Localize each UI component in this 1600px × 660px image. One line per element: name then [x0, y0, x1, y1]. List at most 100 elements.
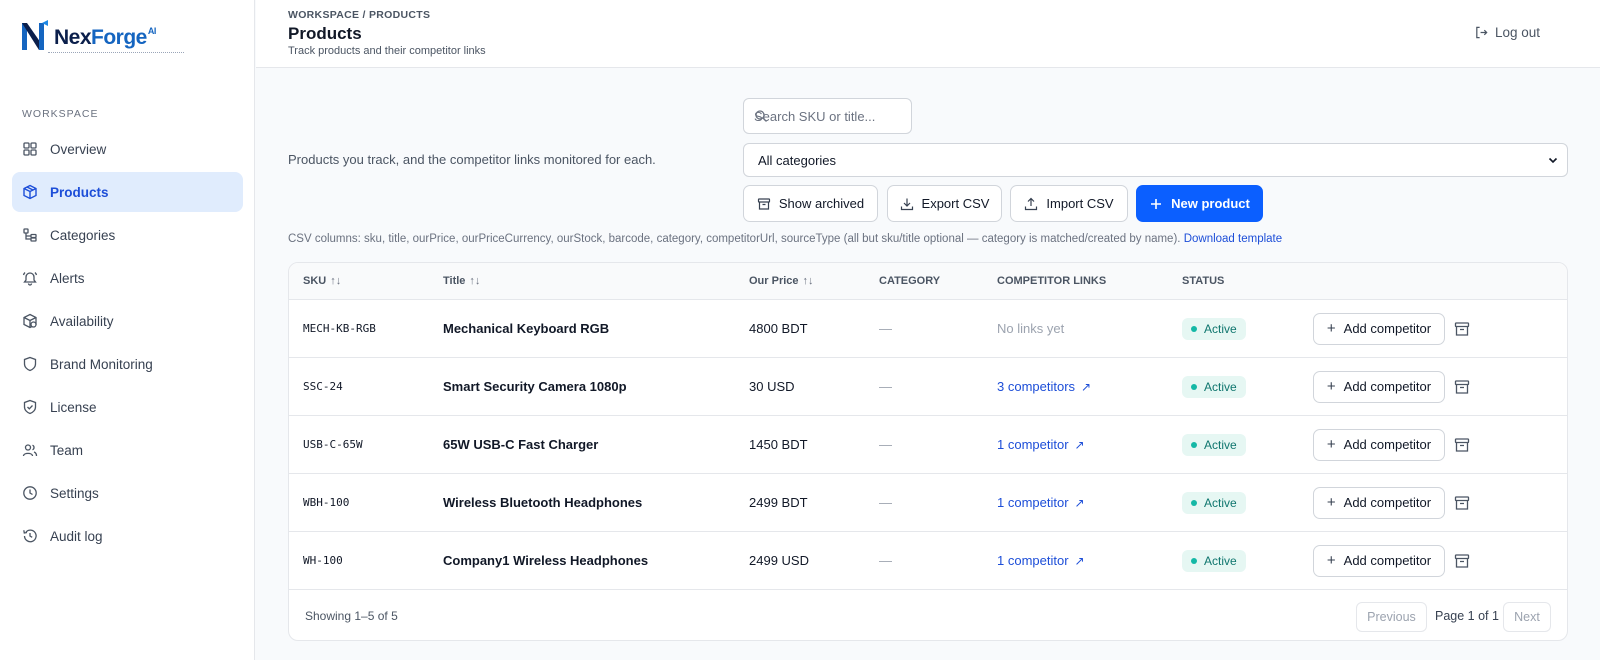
users-icon — [22, 442, 38, 458]
table-row: WBH-100 Wireless Bluetooth Headphones 24… — [289, 474, 1567, 532]
cell-title: Wireless Bluetooth Headphones — [443, 495, 643, 510]
sidebar-item-overview[interactable]: Overview — [12, 129, 243, 169]
cell-actions: + Add competitor — [1313, 474, 1445, 531]
sidebar-item-alerts[interactable]: Alerts — [12, 258, 243, 298]
app-logo[interactable]: NexForgeAI — [20, 20, 184, 60]
col-header-price[interactable]: Our Price ↑↓ — [749, 275, 814, 287]
status-dot — [1191, 557, 1197, 564]
cell-category: — — [879, 553, 892, 568]
add-competitor-button[interactable]: + Add competitor — [1313, 312, 1445, 345]
cell-status: Active — [1182, 416, 1246, 473]
new-product-button[interactable]: New product — [1136, 185, 1263, 222]
col-header-sku[interactable]: SKU ↑↓ — [303, 275, 341, 287]
sidebar-item-categories[interactable]: Categories — [12, 215, 243, 255]
sidebar-item-label: Products — [50, 184, 109, 200]
archive-icon[interactable] — [1454, 495, 1470, 511]
box-icon — [22, 313, 38, 329]
cell-actions: + Add competitor — [1313, 300, 1445, 357]
show-archived-label: Show archived — [778, 196, 865, 211]
add-competitor-button[interactable]: + Add competitor — [1313, 370, 1445, 403]
cell-archive — [1454, 358, 1470, 415]
sidebar-item-label: Alerts — [50, 270, 85, 286]
page-indicator: Page 1 of 1 — [1435, 609, 1499, 623]
external-link-icon: ↗ — [1074, 553, 1085, 568]
status-dot — [1191, 499, 1197, 506]
shield-icon — [22, 356, 38, 372]
competitor-links-link[interactable]: 3 competitors ↗ — [997, 358, 1091, 415]
sidebar-item-products[interactable]: Products — [12, 172, 243, 212]
archive-icon[interactable] — [1454, 437, 1470, 453]
plus-icon: + — [1326, 494, 1336, 511]
table-row: USB-C-65W 65W USB-C Fast Charger 1450 BD… — [289, 416, 1567, 474]
cell-title: Mechanical Keyboard RGB — [443, 321, 610, 336]
cell-title: Company1 Wireless Headphones — [443, 553, 649, 568]
logout-icon — [1476, 26, 1488, 39]
cell-price: 30 USD — [749, 379, 795, 394]
cell-price: 1450 BDT — [749, 437, 808, 452]
add-competitor-button[interactable]: + Add competitor — [1313, 486, 1445, 519]
archive-icon[interactable] — [1454, 321, 1470, 337]
logout-button[interactable]: Log out — [1474, 25, 1540, 40]
plus-icon — [1151, 198, 1162, 209]
page-header: WORKSPACE / PRODUCTS Products Track prod… — [256, 0, 1600, 68]
search-box[interactable] — [743, 98, 912, 134]
grid-icon — [22, 141, 38, 157]
download-template-link[interactable]: Download template — [1184, 233, 1282, 245]
sidebar-item-label: Overview — [50, 141, 107, 157]
table-row: MECH-KB-RGB Mechanical Keyboard RGB 4800… — [289, 300, 1567, 358]
cell-actions: + Add competitor — [1313, 416, 1445, 473]
show-archived-button[interactable]: Show archived — [743, 185, 878, 222]
add-competitor-button[interactable]: + Add competitor — [1313, 544, 1445, 577]
sidebar: NexForgeAI WORKSPACE Overview Products C… — [0, 0, 255, 660]
package-icon — [22, 184, 38, 200]
previous-page-button[interactable]: Previous — [1356, 602, 1427, 632]
add-competitor-button[interactable]: + Add competitor — [1313, 428, 1445, 461]
cell-competitor-links: No links yet — [997, 321, 1065, 336]
clock-icon — [22, 485, 38, 501]
external-link-icon: ↗ — [1074, 495, 1085, 510]
csv-columns-note: CSV columns: sku, title, ourPrice, ourPr… — [288, 233, 1282, 245]
status-badge: Active — [1182, 491, 1246, 514]
col-header-title[interactable]: Title ↑↓ — [443, 275, 480, 287]
csv-note-text: CSV columns: sku, title, ourPrice, ourPr… — [288, 233, 1181, 245]
competitor-links-link[interactable]: 1 competitor ↗ — [997, 532, 1085, 589]
archive-icon[interactable] — [1454, 553, 1470, 569]
sidebar-item-settings[interactable]: Settings — [12, 473, 243, 513]
category-select-value: All categories — [758, 152, 837, 168]
search-input[interactable] — [754, 99, 904, 133]
cell-actions: + Add competitor — [1313, 358, 1445, 415]
cell-category: — — [879, 437, 892, 452]
logo-text: NexForgeAI — [54, 26, 156, 49]
cell-status: Active — [1182, 474, 1246, 531]
sidebar-item-license[interactable]: License — [12, 387, 243, 427]
cell-status: Active — [1182, 300, 1246, 357]
logo-tagline — [48, 52, 184, 54]
cell-category: — — [879, 495, 892, 510]
sidebar-item-label: Audit log — [50, 528, 103, 544]
categories-icon — [22, 227, 38, 243]
sort-icon: ↑↓ — [802, 275, 814, 287]
cell-category: — — [879, 379, 892, 394]
plus-icon: + — [1326, 320, 1336, 337]
next-page-button[interactable]: Next — [1503, 602, 1551, 632]
page-subtitle: Track products and their competitor link… — [288, 45, 486, 57]
export-csv-button[interactable]: Export CSV — [887, 185, 1002, 222]
sidebar-item-label: Settings — [50, 485, 99, 501]
archive-icon — [757, 197, 770, 210]
sidebar-item-label: Brand Monitoring — [50, 356, 153, 372]
intro-text: Products you track, and the competitor l… — [288, 152, 656, 167]
sidebar-item-availability[interactable]: Availability — [12, 301, 243, 341]
sidebar-item-audit-log[interactable]: Audit log — [12, 516, 243, 556]
archive-icon[interactable] — [1454, 379, 1470, 395]
cell-actions: + Add competitor — [1313, 532, 1445, 589]
competitor-links-link[interactable]: 1 competitor ↗ — [997, 416, 1085, 473]
sidebar-item-brand-monitoring[interactable]: Brand Monitoring — [12, 344, 243, 384]
sidebar-item-team[interactable]: Team — [12, 430, 243, 470]
category-select[interactable]: All categories — [743, 143, 1568, 177]
cell-category: — — [879, 321, 892, 336]
external-link-icon: ↗ — [1081, 379, 1092, 394]
competitor-links-link[interactable]: 1 competitor ↗ — [997, 474, 1085, 531]
import-csv-button[interactable]: Import CSV — [1010, 185, 1128, 222]
breadcrumb[interactable]: WORKSPACE / PRODUCTS — [288, 9, 430, 21]
sidebar-item-label: Categories — [50, 227, 116, 243]
